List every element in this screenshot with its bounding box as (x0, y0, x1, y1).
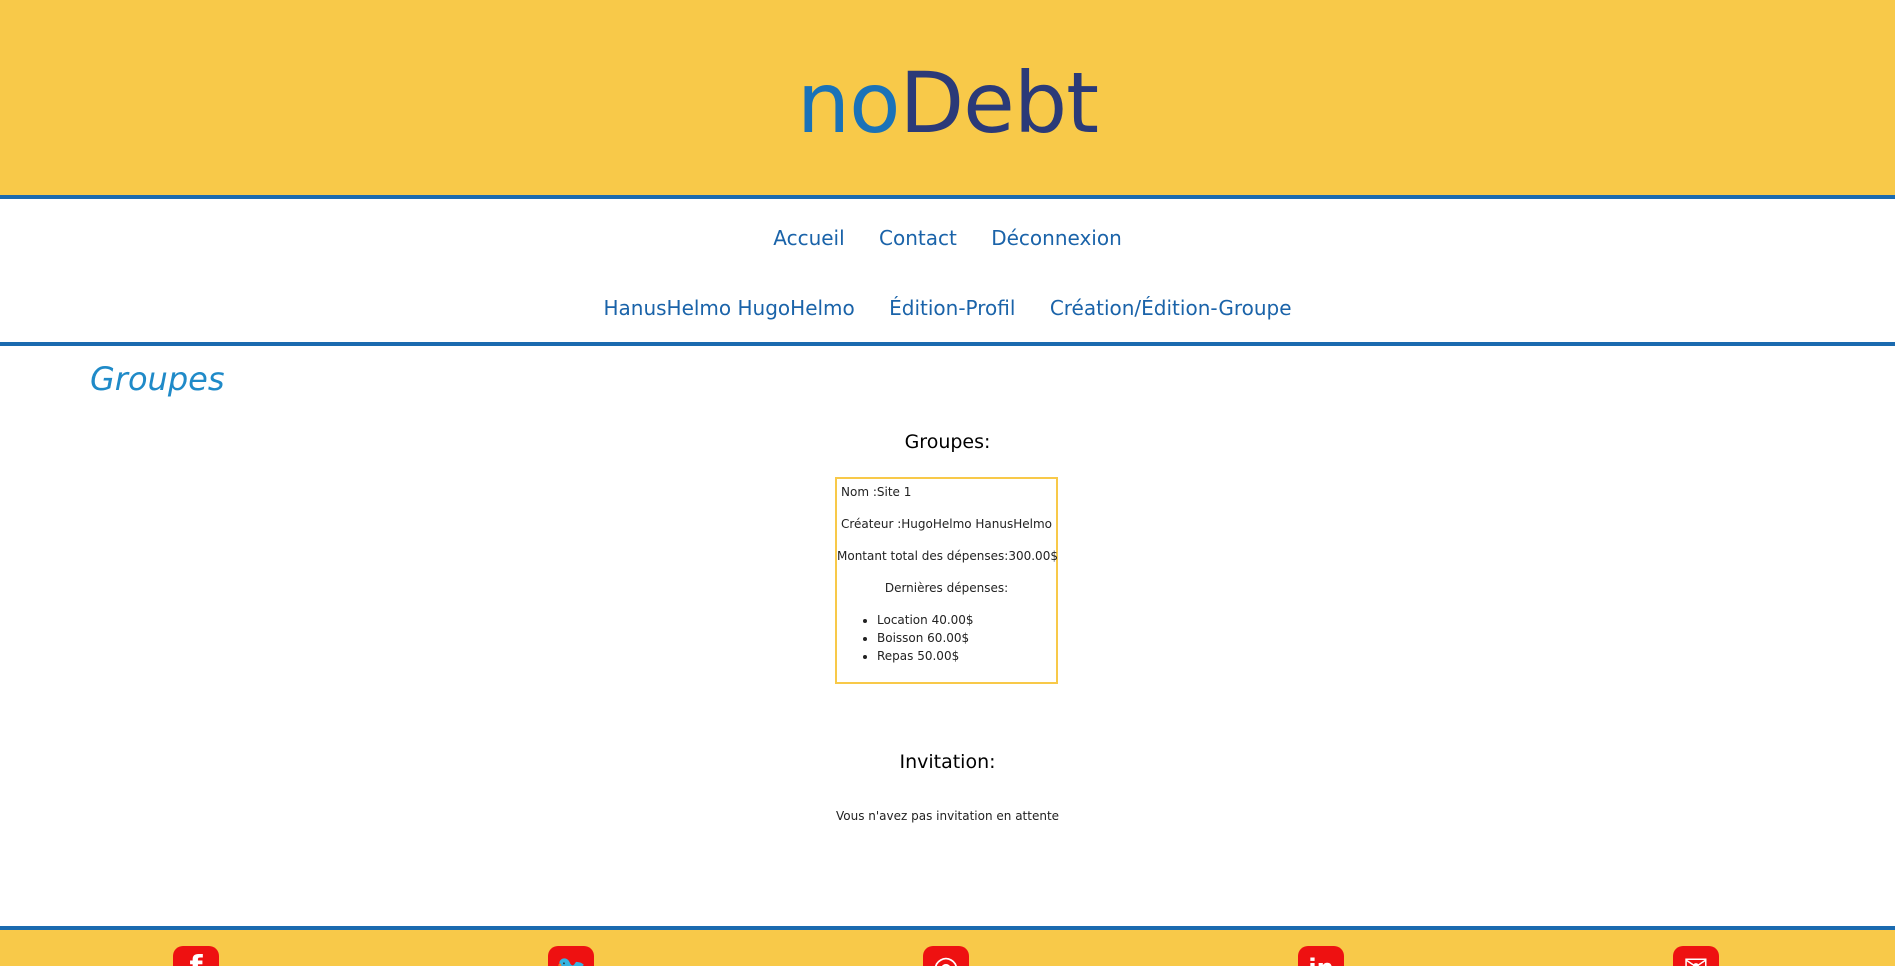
groups-section-title: Groupes: (904, 431, 991, 453)
nav-link-contact[interactable]: Contact (879, 226, 957, 250)
site-logo[interactable]: noDebt (0, 48, 1895, 158)
nav-link-user-profile[interactable]: HanusHelmo HugoHelmo (603, 296, 854, 320)
site-footer: f 🐦 ◎ in ✉ (0, 926, 1895, 966)
nav-link-edition-profil[interactable]: Édition-Profil (889, 296, 1015, 320)
group-total-expenses: Montant total des dépenses:300.00$ (837, 549, 1058, 563)
invitation-empty-message: Vous n'avez pas invitation en attente (835, 809, 1060, 823)
logo-part-debt: Debt (899, 54, 1100, 152)
user-nav: HanusHelmo HugoHelmo Édition-Profil Créa… (0, 296, 1895, 320)
nav-divider (0, 342, 1895, 346)
list-item: Repas 50.00$ (877, 647, 974, 665)
page-title: Groupes (90, 360, 225, 398)
list-item: Location 40.00$ (877, 611, 974, 629)
group-creator: Créateur :HugoHelmo HanusHelmo (840, 517, 1053, 531)
group-name: Nom :Site 1 (841, 485, 912, 499)
list-item: Boisson 60.00$ (877, 629, 974, 647)
instagram-icon[interactable]: ◎ (923, 946, 969, 966)
recent-expenses-label: Dernières dépenses: (884, 581, 1009, 595)
nav-link-deconnexion[interactable]: Déconnexion (991, 226, 1122, 250)
logo-part-no: no (796, 54, 901, 152)
group-card[interactable]: Nom :Site 1 Créateur :HugoHelmo HanusHel… (835, 477, 1058, 684)
mail-icon[interactable]: ✉ (1673, 946, 1719, 966)
recent-expenses-list: Location 40.00$ Boisson 60.00$ Repas 50.… (837, 611, 974, 665)
nav-link-accueil[interactable]: Accueil (773, 226, 844, 250)
linkedin-icon[interactable]: in (1298, 946, 1344, 966)
nav-link-creation-groupe[interactable]: Création/Édition-Groupe (1050, 296, 1292, 320)
twitter-icon[interactable]: 🐦 (548, 946, 594, 966)
facebook-icon[interactable]: f (173, 946, 219, 966)
invitation-section-title: Invitation: (899, 751, 996, 773)
site-header: noDebt (0, 0, 1895, 199)
main-nav: Accueil Contact Déconnexion (0, 226, 1895, 250)
